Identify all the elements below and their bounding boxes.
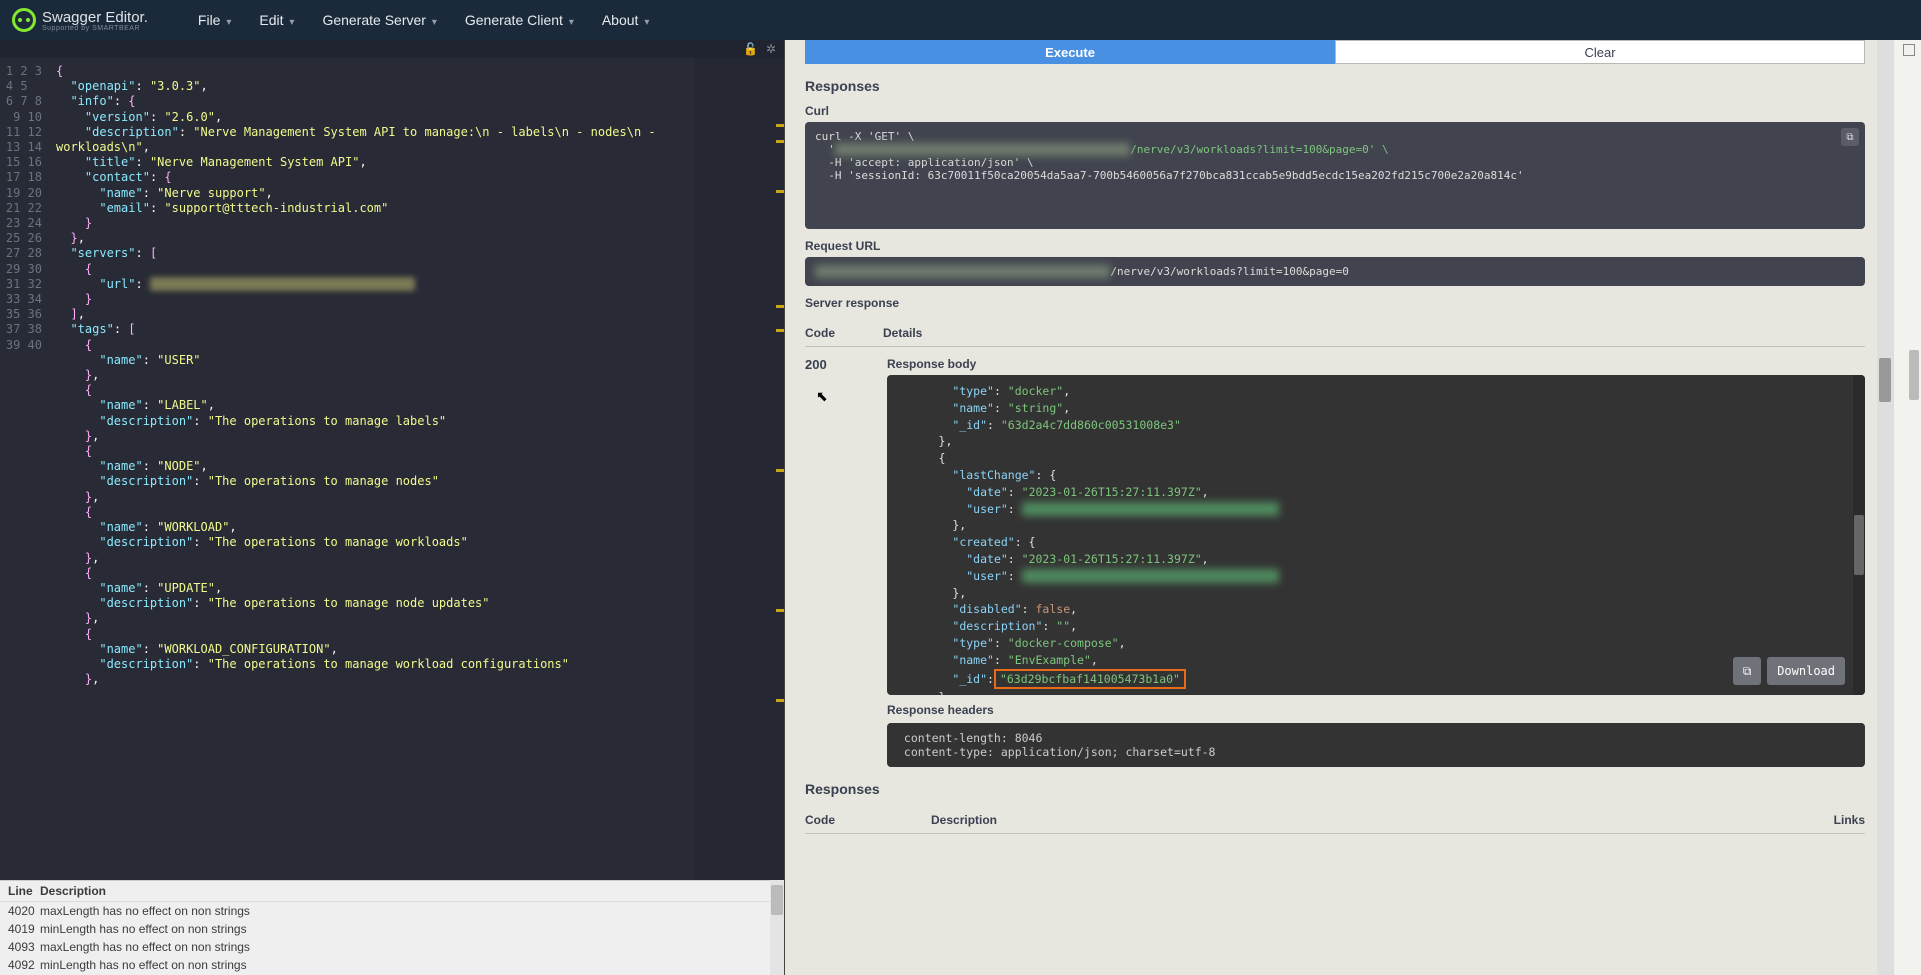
errors-header-line: Line bbox=[8, 884, 40, 898]
errors-scrollbar[interactable] bbox=[770, 880, 784, 975]
copy-curl-icon[interactable]: ⧉ bbox=[1841, 128, 1859, 146]
error-row[interactable]: 4020maxLength has no effect on non strin… bbox=[0, 902, 784, 920]
server-response-label: Server response bbox=[805, 296, 1865, 310]
curl-box: curl -X 'GET' \ 'xxxxxxxxxxxxxxxxxxxxxxx… bbox=[805, 122, 1865, 229]
gear-icon[interactable]: ✲ bbox=[766, 42, 776, 56]
error-row[interactable]: 4019minLength has no effect on non strin… bbox=[0, 920, 784, 938]
response-body[interactable]: "type": "docker", "name": "string", "_id… bbox=[887, 375, 1865, 695]
right-pane-scrollbar[interactable] bbox=[1877, 40, 1893, 975]
curl-label: Curl bbox=[805, 104, 1865, 118]
request-url-box: xxxxxxxxxxxxxxxxxxxxxxxxxxxxxxxxxxxxxxxx… bbox=[805, 257, 1865, 286]
response-body-label: Response body bbox=[887, 357, 1865, 371]
menu-file[interactable]: File ▾ bbox=[198, 12, 231, 28]
error-row[interactable]: 4092minLength has no effect on non strin… bbox=[0, 956, 784, 974]
main-menu: File ▾ Edit ▾ Generate Server ▾ Generate Cl… bbox=[198, 12, 649, 28]
product-name: Swagger Editor. bbox=[42, 9, 148, 26]
error-row[interactable]: 4093maxLength has no effect on non strin… bbox=[0, 938, 784, 956]
editor-toolbar: 🔓 ✲ bbox=[0, 40, 784, 58]
errors-panel: Line Description 4020maxLength has no ef… bbox=[0, 880, 784, 975]
code-editor[interactable]: 1 2 3 4 5 6 7 8 9 10 11 12 13 14 15 16 1… bbox=[0, 58, 784, 880]
responses-heading: Responses bbox=[805, 78, 1865, 94]
code-header-2: Code bbox=[805, 813, 835, 827]
desc-header-2: Description bbox=[931, 813, 1786, 827]
download-button[interactable]: Download bbox=[1767, 657, 1845, 685]
errors-header-desc: Description bbox=[40, 884, 106, 898]
response-pane: Execute Clear Responses Curl curl -X 'GE… bbox=[785, 40, 1893, 975]
clear-button[interactable]: Clear bbox=[1335, 40, 1865, 64]
outer-scrollbar[interactable] bbox=[1893, 40, 1921, 975]
request-url-label: Request URL bbox=[805, 239, 1865, 253]
links-header: Links bbox=[1834, 813, 1865, 827]
execute-button[interactable]: Execute bbox=[805, 40, 1335, 64]
menu-generate-client[interactable]: Generate Client ▾ bbox=[465, 12, 574, 28]
editor-gutter: 1 2 3 4 5 6 7 8 9 10 11 12 13 14 15 16 1… bbox=[0, 58, 52, 880]
code-header: Code bbox=[805, 326, 835, 340]
response-headers-box: content-length: 8046 content-type: appli… bbox=[887, 723, 1865, 767]
response-headers-label: Response headers bbox=[887, 703, 1865, 717]
logo: Swagger Editor. Supported by SMARTBEAR bbox=[12, 8, 148, 32]
editor-minimap[interactable] bbox=[694, 58, 784, 880]
editor-pane: 🔓 ✲ 1 2 3 4 5 6 7 8 9 10 11 12 13 14 15 … bbox=[0, 40, 785, 975]
swagger-icon bbox=[12, 8, 36, 32]
lock-icon[interactable]: 🔓 bbox=[743, 42, 758, 56]
topbar: Swagger Editor. Supported by SMARTBEAR F… bbox=[0, 0, 1921, 40]
details-header: Details bbox=[883, 326, 922, 340]
editor-code[interactable]: { "openapi": "3.0.3", "info": { "version… bbox=[52, 58, 784, 880]
status-code: 200 bbox=[805, 357, 855, 372]
responses-heading-2: Responses bbox=[805, 781, 1865, 797]
product-subbrand: Supported by SMARTBEAR bbox=[42, 25, 148, 32]
editor-markers bbox=[774, 58, 784, 880]
menu-generate-server[interactable]: Generate Server ▾ bbox=[322, 12, 436, 28]
response-body-scrollbar[interactable] bbox=[1853, 375, 1865, 695]
scroll-top-icon[interactable] bbox=[1903, 44, 1915, 56]
menu-edit[interactable]: Edit ▾ bbox=[259, 12, 294, 28]
menu-about[interactable]: About ▾ bbox=[602, 12, 650, 28]
copy-response-icon[interactable]: ⧉ bbox=[1733, 657, 1761, 685]
